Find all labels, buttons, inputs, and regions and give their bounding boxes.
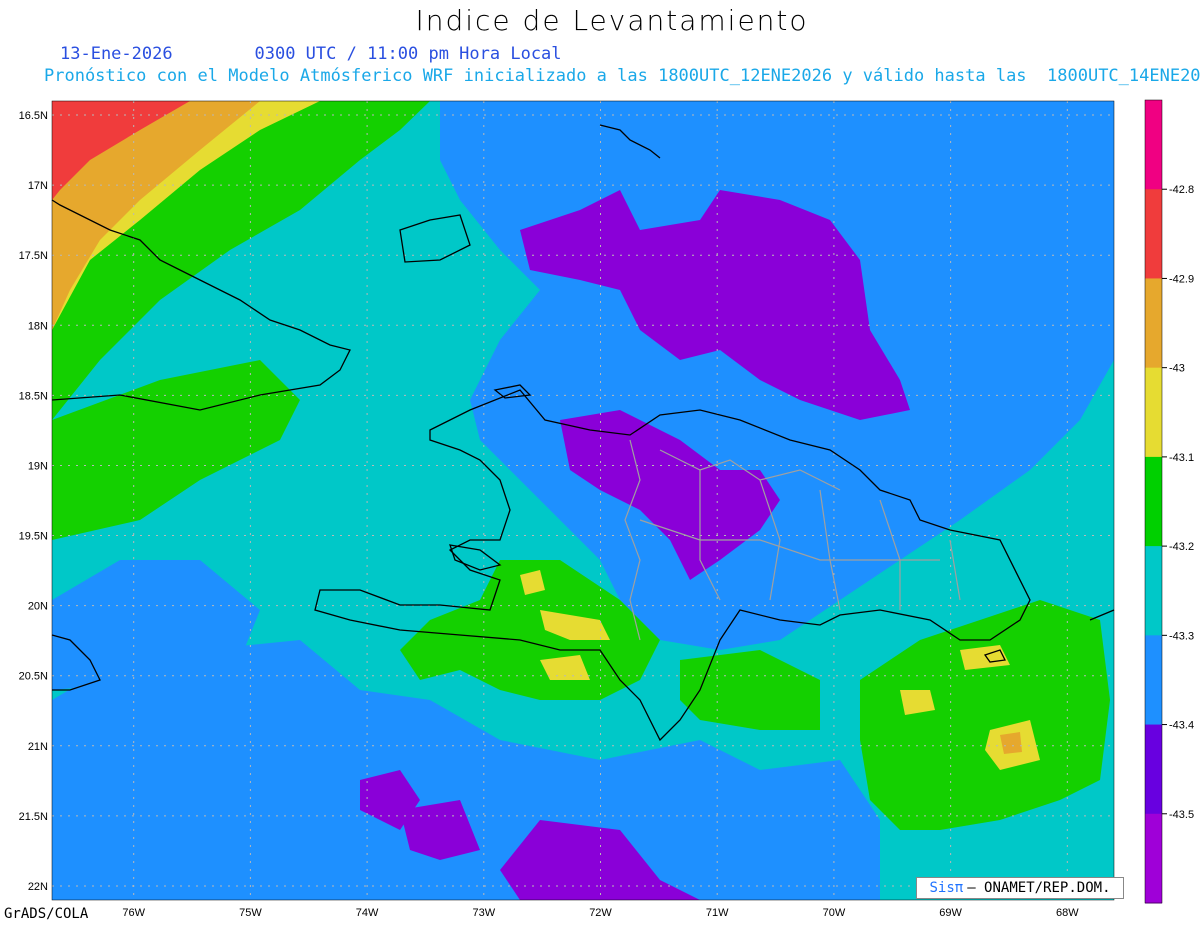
lon-tick-label: 76W [122, 907, 145, 919]
colorbar-swatch [1145, 456, 1162, 547]
lon-tick-label: 74W [356, 907, 379, 919]
lat-tick-label: 17N [28, 180, 48, 192]
lon-tick-label: 75W [239, 907, 262, 919]
colorbar-label: -42.8 [1169, 184, 1194, 196]
lat-tick-label: 16.5N [19, 110, 48, 122]
lon-tick-label: 72W [589, 907, 612, 919]
sispi-logo-text: Sisπ [929, 880, 964, 896]
colorbar-label: -42.9 [1169, 273, 1194, 285]
lat-tick-label: 19.5N [19, 531, 48, 543]
lat-tick-label: 21N [28, 741, 48, 753]
colorbar-swatch [1145, 367, 1162, 458]
grads-credit: GrADS/COLA [4, 906, 89, 922]
lat-tick-label: 18.5N [19, 390, 48, 402]
lon-tick-label: 71W [706, 907, 729, 919]
lat-tick-label: 20N [28, 601, 48, 613]
colorbar-swatch [1145, 635, 1162, 726]
lat-tick-label: 21.5N [19, 811, 48, 823]
lat-tick-label: 20.5N [19, 671, 48, 683]
onamet-text: – ONAMET/REP.DOM. [967, 880, 1111, 896]
lon-tick-label: 68W [1056, 907, 1079, 919]
colorbar: -42.8 -42.9 -43 -43.1 -43.2 -43.3 -43.4 -43.5 [1144, 99, 1194, 904]
lat-tick-label: 19N [28, 460, 48, 472]
lon-tick-label: 73W [472, 907, 495, 919]
lat-tick-label: 22N [28, 881, 48, 893]
onamet-badge: Sisπ – ONAMET/REP.DOM. [916, 877, 1124, 899]
colorbar-swatch [1145, 813, 1162, 904]
lon-tick-label: 69W [939, 907, 962, 919]
lifted-index-map: 22N 21.5N 21N 20.5N 20N 19.5N 19N 18.5N 18N 17.5N… [19, 99, 1194, 919]
lon-tick-label: 70W [823, 907, 846, 919]
colorbar-label: -43.3 [1169, 630, 1194, 642]
colorbar-swatch [1145, 189, 1162, 279]
colorbar-label: -43.2 [1169, 541, 1194, 553]
colorbar-label: -43.4 [1169, 720, 1194, 732]
colorbar-label: -43.5 [1169, 809, 1194, 821]
colorbar-swatch [1145, 100, 1162, 190]
colorbar-label: -43 [1169, 363, 1185, 375]
colorbar-swatch [1145, 724, 1162, 815]
colorbar-swatch [1145, 546, 1162, 636]
colorbar-label: -43.1 [1169, 452, 1194, 464]
lat-tick-label: 17.5N [19, 250, 48, 262]
colorbar-swatch [1145, 278, 1162, 369]
field-layer [52, 101, 1114, 900]
lat-tick-label: 18N [28, 320, 48, 332]
